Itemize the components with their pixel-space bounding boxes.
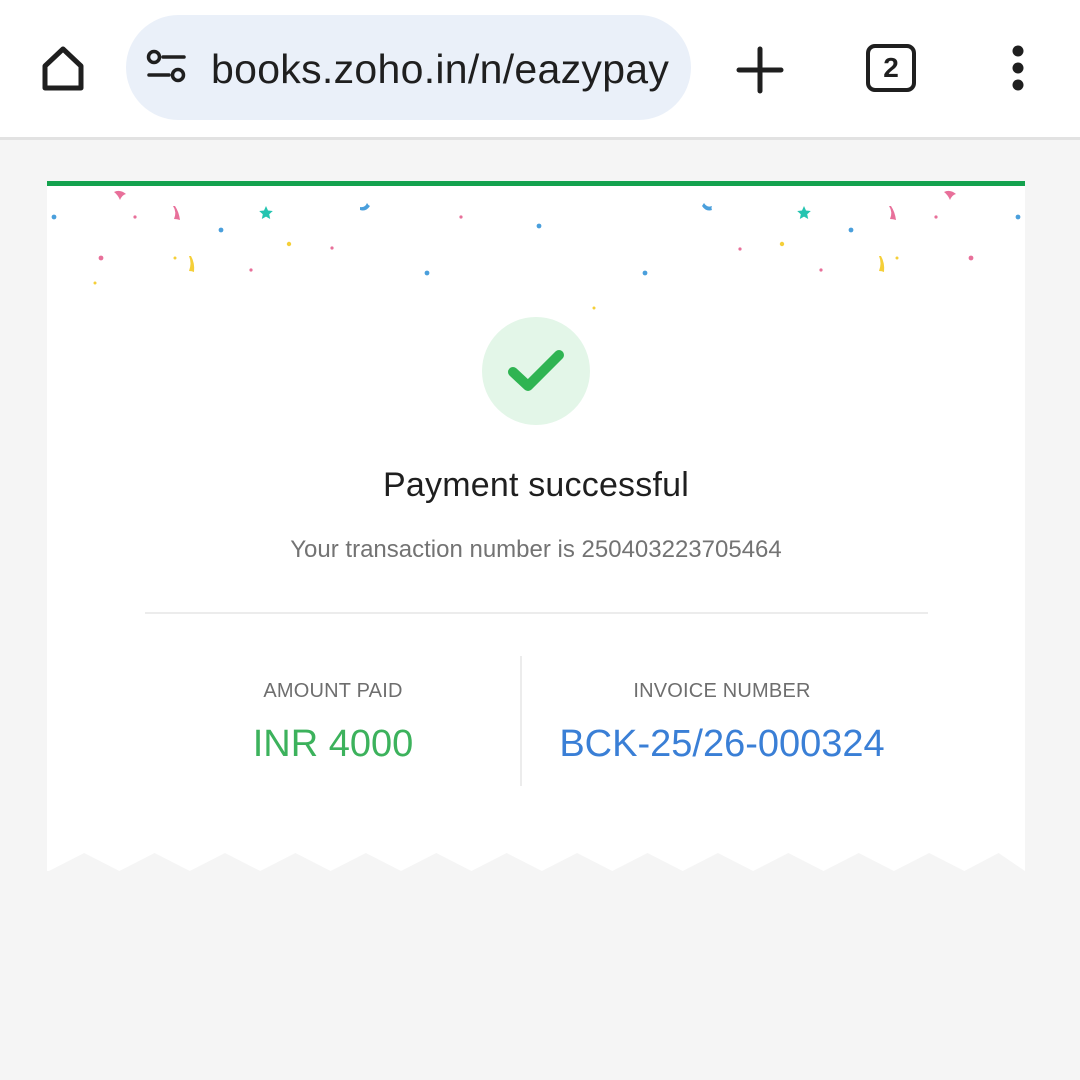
more-vert-icon bbox=[1012, 45, 1024, 91]
more-menu-button[interactable] bbox=[1000, 44, 1036, 94]
payment-status-title: Payment successful bbox=[383, 466, 689, 504]
amount-paid-value: INR 4000 bbox=[252, 723, 414, 765]
home-icon bbox=[42, 46, 84, 91]
home-button[interactable] bbox=[30, 38, 96, 98]
success-badge bbox=[482, 317, 590, 425]
plus-icon bbox=[736, 46, 784, 94]
payment-receipt-card: Payment successful Your transaction numb… bbox=[47, 181, 1025, 871]
confetti-decoration bbox=[51, 190, 1021, 310]
section-divider bbox=[145, 612, 928, 614]
tab-count: 2 bbox=[883, 52, 899, 83]
tab-switcher-button[interactable]: 2 bbox=[866, 44, 916, 92]
tune-icon[interactable] bbox=[146, 47, 188, 89]
column-divider bbox=[520, 656, 522, 786]
new-tab-button[interactable] bbox=[732, 42, 788, 98]
browser-toolbar: books.zoho.in/n/eazypay 2 bbox=[0, 0, 1080, 140]
transaction-number-text: Your transaction number is 2504032237054… bbox=[290, 536, 782, 563]
address-bar[interactable]: books.zoho.in/n/eazypay bbox=[126, 15, 691, 120]
invoice-number-section: INVOICE NUMBER BCK-25/26-000324 bbox=[542, 680, 902, 766]
url-text[interactable]: books.zoho.in/n/eazypay bbox=[211, 41, 671, 97]
amount-paid-section: AMOUNT PAID INR 4000 bbox=[237, 680, 429, 766]
amount-paid-label: AMOUNT PAID bbox=[263, 680, 403, 702]
invoice-number-label: INVOICE NUMBER bbox=[633, 680, 811, 702]
check-icon bbox=[508, 350, 564, 391]
invoice-number-link[interactable]: BCK-25/26-000324 bbox=[542, 723, 902, 766]
